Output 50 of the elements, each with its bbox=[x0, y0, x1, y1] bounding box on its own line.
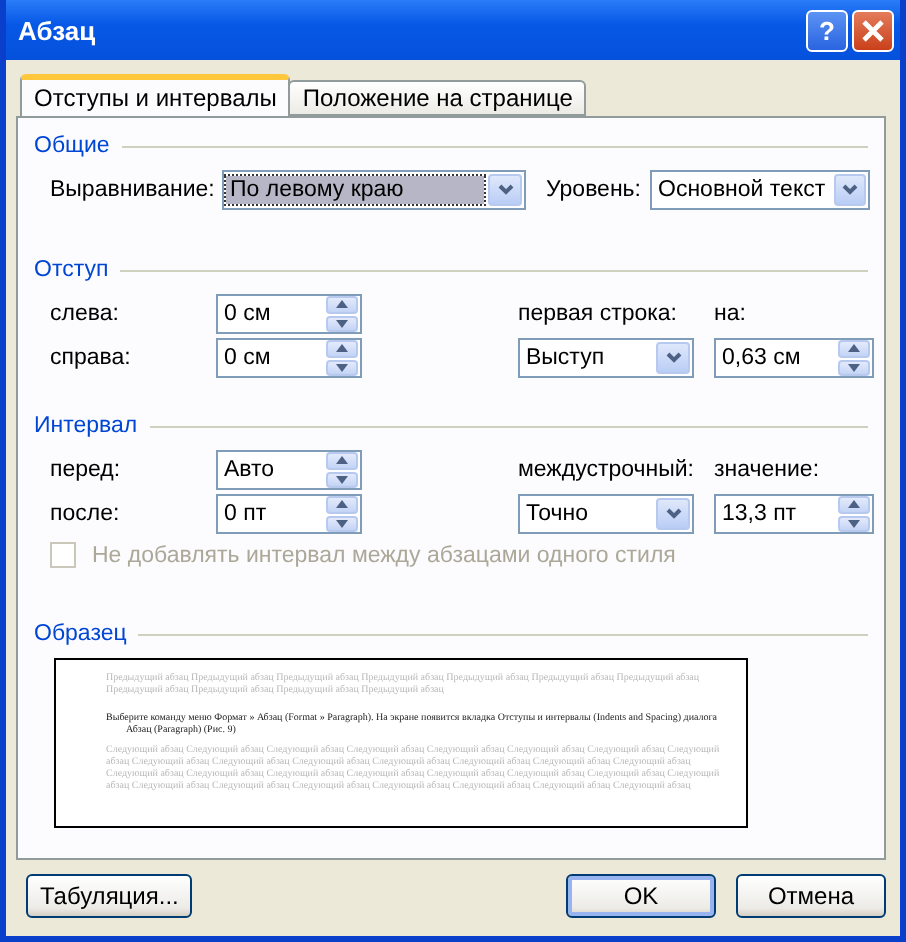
field-label: значение: bbox=[714, 458, 822, 482]
window-title: Абзац bbox=[18, 15, 98, 45]
arrow-down-icon bbox=[336, 319, 348, 328]
spin-field[interactable]: 0,63 см bbox=[714, 338, 874, 378]
arrow-up-icon bbox=[848, 344, 860, 353]
arrow-up-icon bbox=[336, 500, 348, 509]
arrow-up-icon bbox=[336, 344, 348, 353]
chevron-down-icon bbox=[497, 184, 513, 196]
field-label: на: bbox=[714, 302, 748, 326]
field-label: слева: bbox=[50, 302, 121, 326]
dropdown-field[interactable]: По левому краю bbox=[222, 170, 526, 210]
checkbox-label: Не добавлять интервал между абзацами одного стиля bbox=[92, 543, 676, 567]
spin-field[interactable]: 13,3 пт bbox=[714, 494, 874, 534]
dialog-button[interactable]: OK bbox=[566, 874, 716, 918]
field-label: справа: bbox=[50, 346, 133, 370]
spin-field[interactable]: 0 пт bbox=[216, 494, 362, 534]
field-label: междустрочный: bbox=[518, 458, 694, 482]
arrow-down-icon bbox=[848, 363, 860, 372]
dialog-button[interactable]: Табуляция... bbox=[26, 874, 193, 918]
arrow-down-icon bbox=[336, 519, 348, 528]
arrow-up-icon bbox=[336, 300, 348, 309]
arrow-up-icon bbox=[336, 456, 348, 465]
dropdown-field[interactable]: Выступ bbox=[518, 338, 694, 378]
section-title: Интервал bbox=[34, 414, 138, 438]
chevron-down-icon bbox=[841, 184, 858, 196]
spin-field[interactable]: Авто bbox=[216, 450, 362, 490]
dialog-button[interactable]: Отмена bbox=[736, 874, 886, 918]
chevron-down-icon bbox=[665, 508, 681, 520]
spin-field[interactable]: 0 см bbox=[216, 338, 362, 378]
field-label: Выравнивание: bbox=[50, 178, 217, 202]
chevron-down-icon bbox=[665, 352, 681, 364]
section-title: Общие bbox=[34, 134, 110, 158]
spin-field[interactable]: 0 см bbox=[216, 294, 362, 334]
section-title: Отступ bbox=[34, 258, 109, 282]
arrow-down-icon bbox=[848, 519, 860, 528]
tab[interactable]: Положение на странице bbox=[288, 80, 587, 116]
field-label: первая строка: bbox=[518, 302, 680, 326]
dropdown-field[interactable]: Основной текст bbox=[650, 170, 870, 210]
arrow-down-icon bbox=[336, 475, 348, 484]
section-title: Образец bbox=[34, 622, 127, 646]
field-label: перед: bbox=[50, 458, 123, 482]
field-label: после: bbox=[50, 502, 122, 526]
arrow-down-icon bbox=[336, 363, 348, 372]
tab[interactable]: Отступы и интервалы bbox=[20, 74, 291, 116]
dropdown-field[interactable]: Точно bbox=[518, 494, 694, 534]
close-icon bbox=[862, 19, 884, 41]
arrow-up-icon bbox=[848, 500, 860, 509]
help-button[interactable]: ? bbox=[806, 9, 848, 51]
field-label: Уровень: bbox=[546, 178, 643, 202]
close-button[interactable] bbox=[852, 9, 894, 51]
